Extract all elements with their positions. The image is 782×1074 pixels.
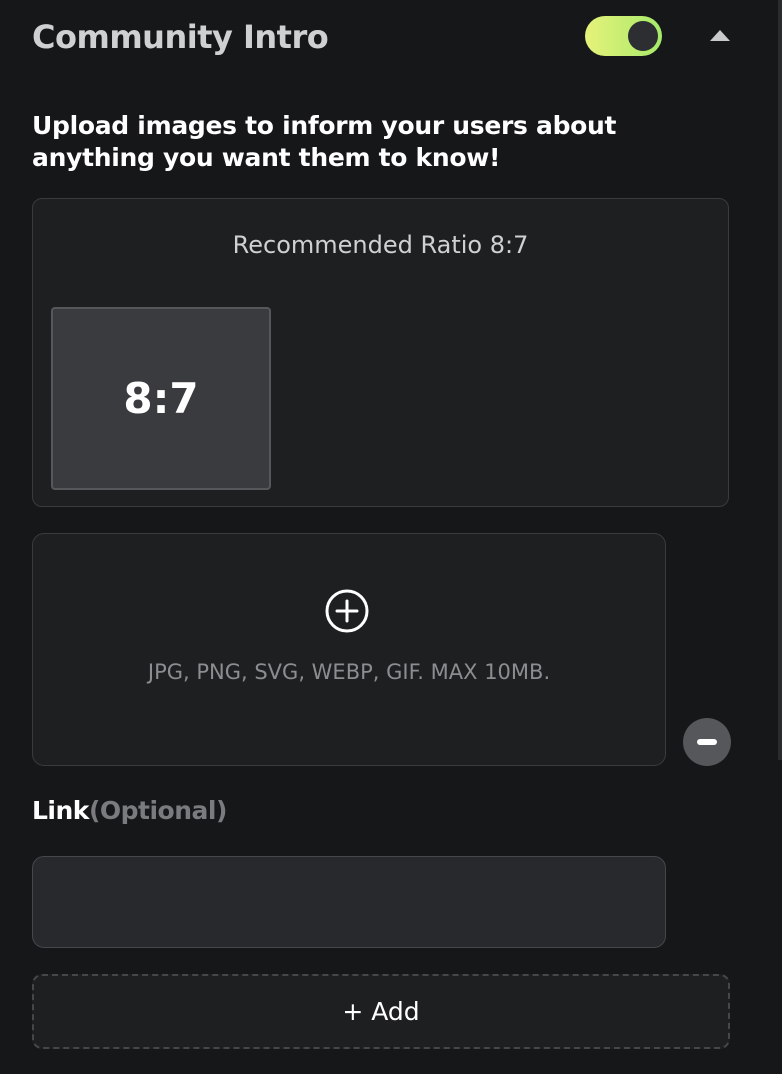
caret-up-icon[interactable] <box>710 30 730 41</box>
image-upload-dropzone[interactable]: JPG, PNG, SVG, WEBP, GIF. MAX 10MB. <box>32 533 666 766</box>
toggle-knob <box>628 21 658 51</box>
ratio-sample-label: 8:7 <box>123 374 199 423</box>
recommended-ratio-card: Recommended Ratio 8:7 8:7 <box>32 198 729 507</box>
ratio-title: Recommended Ratio 8:7 <box>232 231 529 259</box>
add-button[interactable]: + Add <box>32 974 730 1049</box>
link-input[interactable] <box>32 856 666 948</box>
section-title: Community Intro <box>32 18 329 56</box>
minus-circle-icon <box>697 739 717 745</box>
enable-toggle[interactable] <box>585 16 662 56</box>
ratio-sample-preview: 8:7 <box>51 307 271 490</box>
upload-formats-hint: JPG, PNG, SVG, WEBP, GIF. MAX 10MB. <box>147 660 551 684</box>
section-header: Community Intro <box>32 14 750 60</box>
link-label: Link(Optional) <box>32 796 227 825</box>
community-intro-panel: Community Intro Upload images to inform … <box>0 0 782 1074</box>
scrollbar[interactable] <box>778 0 782 760</box>
section-description: Upload images to inform your users about… <box>32 111 617 172</box>
remove-upload-button[interactable] <box>683 718 731 766</box>
plus-circle-icon <box>325 589 369 633</box>
add-button-label: + Add <box>342 997 420 1026</box>
link-label-text: Link <box>32 796 89 825</box>
link-optional-hint: (Optional) <box>88 796 227 825</box>
